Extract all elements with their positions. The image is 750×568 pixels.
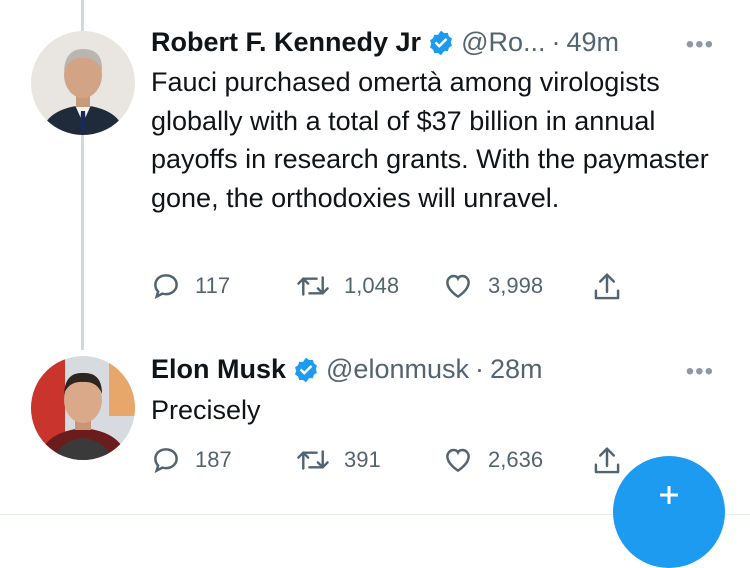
more-options-icon[interactable]: ••• bbox=[686, 31, 714, 59]
reply-count: 187 bbox=[195, 447, 232, 472]
tweet-text: Fauci purchased omertà among virologists… bbox=[151, 67, 709, 213]
share-button[interactable] bbox=[592, 271, 622, 303]
retweet-icon bbox=[297, 276, 329, 296]
reply-button[interactable]: 117 bbox=[151, 271, 230, 301]
timestamp[interactable]: 49m bbox=[567, 27, 620, 58]
verified-badge-icon bbox=[292, 356, 320, 384]
separator-dot: · bbox=[551, 27, 561, 57]
retweet-button[interactable]: 1,048 bbox=[296, 271, 399, 301]
retweet-count: 1,048 bbox=[344, 273, 400, 298]
heart-icon bbox=[446, 448, 470, 473]
avatar[interactable] bbox=[31, 31, 135, 135]
author-name[interactable]: Elon Musk bbox=[151, 354, 286, 385]
reply-icon bbox=[154, 448, 178, 474]
author-handle[interactable]: @Ro... bbox=[461, 27, 545, 58]
like-count: 3,998 bbox=[488, 273, 544, 298]
like-count: 2,636 bbox=[488, 447, 544, 472]
reply-icon bbox=[154, 274, 178, 300]
like-button[interactable]: 3,998 bbox=[442, 271, 543, 301]
tweet-header: Elon Musk @elonmusk · 28m bbox=[151, 354, 543, 385]
compose-plus-icon bbox=[660, 486, 678, 504]
heart-icon bbox=[446, 274, 470, 299]
more-options-icon[interactable]: ••• bbox=[686, 358, 714, 386]
tweet-text: Precisely bbox=[151, 395, 261, 425]
like-button[interactable]: 2,636 bbox=[442, 445, 543, 475]
share-icon bbox=[594, 447, 620, 474]
tweet-actions: 117 1,048 3,998 bbox=[151, 271, 631, 307]
share-icon bbox=[594, 273, 620, 300]
share-button[interactable] bbox=[592, 445, 622, 477]
avatar[interactable] bbox=[31, 356, 135, 460]
separator-dot: · bbox=[474, 354, 484, 384]
timestamp[interactable]: 28m bbox=[490, 354, 543, 385]
tweet-actions: 187 391 2,636 bbox=[151, 445, 631, 481]
verified-badge-icon bbox=[427, 29, 455, 57]
compose-tweet-button[interactable] bbox=[613, 456, 725, 568]
retweet-count: 391 bbox=[344, 447, 381, 472]
author-handle[interactable]: @elonmusk bbox=[326, 354, 469, 385]
author-name[interactable]: Robert F. Kennedy Jr bbox=[151, 27, 421, 58]
reply-button[interactable]: 187 bbox=[151, 445, 232, 475]
retweet-button[interactable]: 391 bbox=[296, 445, 381, 475]
retweet-icon bbox=[297, 450, 329, 470]
tweet-header: Robert F. Kennedy Jr @Ro... · 49m bbox=[151, 27, 619, 58]
reply-count: 117 bbox=[195, 273, 231, 298]
